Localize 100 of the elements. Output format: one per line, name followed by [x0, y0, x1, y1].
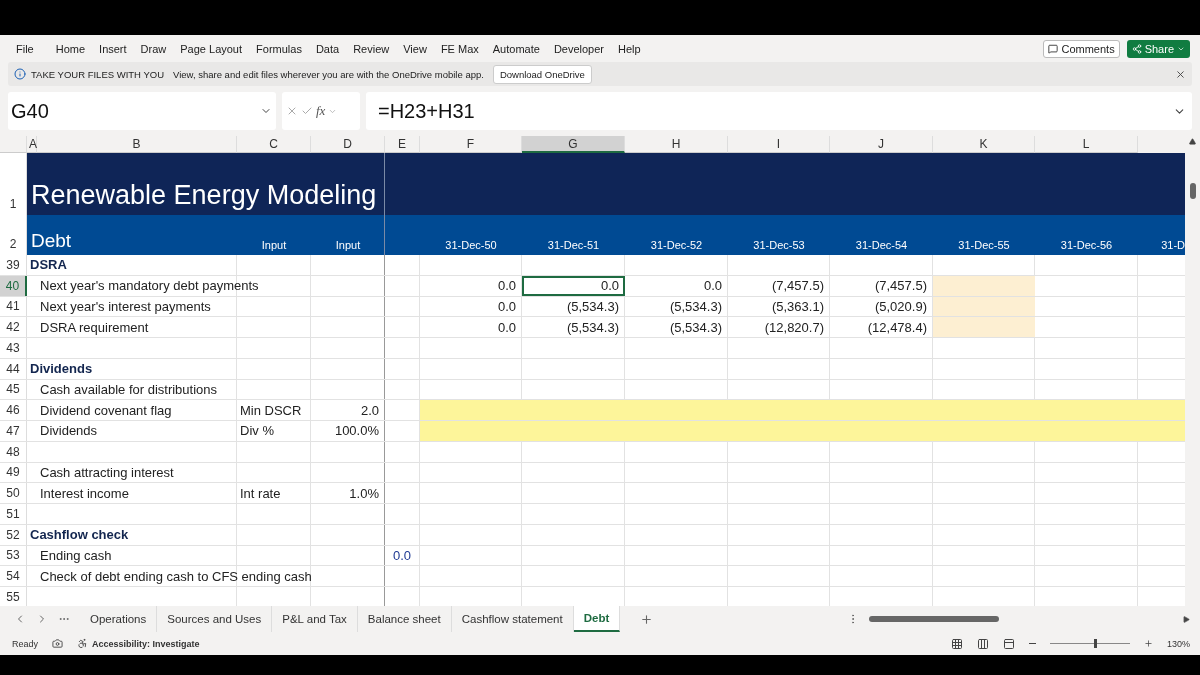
- table-cell-text: Div %: [239, 422, 275, 441]
- table-cell-text: (12,478.4): [866, 318, 928, 337]
- table-cell-text: 2.0: [359, 401, 380, 420]
- row-label: Check of debt ending cash to CFS ending cash: [39, 567, 313, 586]
- column-label: Input: [335, 239, 361, 253]
- table-cell-text: Int rate: [239, 484, 282, 503]
- comments-button[interactable]: Comments: [1043, 39, 1120, 58]
- table-cell-text: 0.0: [496, 277, 517, 296]
- table-cell-text: 0.0: [392, 546, 413, 565]
- table-cell-text: 100.0%: [333, 422, 380, 441]
- accessibility-icon[interactable]: [77, 638, 88, 649]
- info-title: TAKE YOUR FILES WITH YOU: [31, 68, 165, 80]
- accessibility-status[interactable]: Accessibility: Investigate: [92, 638, 200, 649]
- download-button[interactable]: Download OneDrive: [492, 64, 592, 84]
- table-cell-text: (5,534.3): [565, 297, 620, 316]
- table-cell-text: (5,534.3): [668, 318, 723, 337]
- scroll-up-icon[interactable]: [1189, 138, 1196, 145]
- column-header[interactable]: J: [830, 136, 933, 153]
- share-icon: [1131, 43, 1142, 54]
- normal-view-icon[interactable]: [950, 637, 963, 650]
- insert-function-button[interactable]: fx: [316, 103, 326, 119]
- table-cell-text: (5,534.3): [668, 297, 723, 316]
- menu-item[interactable]: View: [403, 42, 427, 55]
- row-label: Dividend covenant flag: [39, 401, 173, 420]
- column-header[interactable]: B: [37, 136, 237, 153]
- table-cell-text: 0.0: [702, 277, 723, 296]
- row-label: Dividends: [39, 422, 99, 441]
- table-cell-text: 0.0: [496, 318, 517, 337]
- camera-icon[interactable]: [52, 638, 63, 649]
- menu-item[interactable]: Formulas: [256, 42, 302, 55]
- date-header: 31-D: [1161, 239, 1185, 253]
- menu-item[interactable]: Draw: [140, 42, 167, 55]
- sheet-title: Renewable Energy Modeling: [30, 180, 378, 212]
- column-header[interactable]: F: [420, 136, 522, 153]
- info-icon: [14, 68, 26, 80]
- page-break-icon[interactable]: [1002, 637, 1015, 650]
- share-button[interactable]: Share: [1126, 39, 1190, 58]
- table-cell-text: (7,457.5): [873, 277, 928, 296]
- scroll-thumb[interactable]: [1189, 183, 1196, 199]
- menu-item[interactable]: Data: [315, 42, 340, 55]
- table-cell-text: (7,457.5): [770, 277, 825, 296]
- menu-item[interactable]: Page Layout: [180, 42, 243, 55]
- menu-item[interactable]: Home: [55, 42, 86, 55]
- table-cell-text: Min DSCR: [239, 401, 303, 420]
- name-box[interactable]: G40: [8, 92, 276, 130]
- zoom-level[interactable]: 130%: [1166, 638, 1190, 649]
- row-label: Ending cash: [39, 546, 113, 565]
- column-header[interactable]: G: [522, 136, 625, 153]
- menu-item[interactable]: Automate: [492, 42, 540, 55]
- formula-field[interactable]: =H23+H31: [366, 92, 1192, 130]
- table-cell-text: 1.0%: [348, 484, 380, 503]
- row-label: Next year's mandatory debt payments: [39, 277, 260, 296]
- menu-item[interactable]: Help: [618, 42, 641, 55]
- info-message: View, share and edit files wherever you are with the OneDrive mobile app.: [173, 68, 484, 80]
- selected-cell: 0.0: [522, 275, 625, 296]
- date-header: 31-Dec-53: [753, 239, 805, 253]
- section-heading: Dividends: [29, 360, 94, 379]
- zoom-thumb[interactable]: [1093, 639, 1097, 648]
- column-header[interactable]: D: [311, 136, 385, 153]
- section-heading: Cashflow check: [29, 526, 130, 545]
- date-header: 31-Dec-52: [650, 239, 703, 253]
- menu-item[interactable]: Review: [353, 42, 390, 55]
- table-cell-text: 0.0: [496, 297, 517, 316]
- add-sheet-icon[interactable]: [640, 612, 654, 626]
- table-cell-text: (5,534.3): [565, 318, 620, 337]
- row-label: Interest income: [39, 484, 130, 503]
- row-label: Cash available for distributions: [39, 380, 219, 399]
- menu-item[interactable]: File: [16, 42, 34, 55]
- date-header: 31-Dec-51: [547, 239, 600, 253]
- zoom-in-icon[interactable]: [1143, 639, 1153, 648]
- row-label: Next year's interest payments: [39, 297, 212, 316]
- column-header[interactable]: C: [237, 136, 311, 153]
- row-label: Cash attracting interest: [39, 463, 175, 482]
- close-icon[interactable]: [1175, 68, 1186, 80]
- table-cell-text: (5,363.1): [770, 297, 825, 316]
- column-header[interactable]: I: [728, 136, 830, 153]
- section-heading: DSRA: [29, 256, 68, 275]
- sheet-subtitle: Debt: [30, 230, 73, 253]
- menu-item[interactable]: Insert: [99, 42, 127, 55]
- status-text: Ready: [12, 638, 38, 649]
- sheet-tab[interactable]: Debt: [573, 606, 621, 632]
- check-icon[interactable]: [301, 105, 313, 117]
- column-header[interactable]: K: [933, 136, 1035, 153]
- menu-item[interactable]: FE Max: [440, 42, 479, 55]
- table-cell-text: (12,820.7): [763, 318, 825, 337]
- date-header: 31-Dec-56: [1060, 239, 1113, 253]
- column-header[interactable]: L: [1035, 136, 1138, 153]
- date-header: 31-Dec-50: [445, 239, 497, 253]
- horizontal-scroll-thumb[interactable]: [869, 616, 1000, 622]
- zoom-out-icon[interactable]: [1028, 640, 1036, 647]
- row-label: DSRA requirement: [39, 318, 150, 337]
- menu-item[interactable]: Developer: [553, 42, 604, 55]
- scroll-right-icon[interactable]: [1183, 615, 1190, 623]
- page-layout-icon[interactable]: [976, 637, 989, 650]
- column-header[interactable]: H: [625, 136, 728, 153]
- column-header[interactable]: E: [385, 136, 420, 153]
- comment-icon: [1048, 43, 1059, 54]
- date-header: 31-Dec-54: [855, 239, 908, 253]
- table-cell-text: (5,020.9): [873, 297, 928, 316]
- column-label: Input: [261, 239, 287, 253]
